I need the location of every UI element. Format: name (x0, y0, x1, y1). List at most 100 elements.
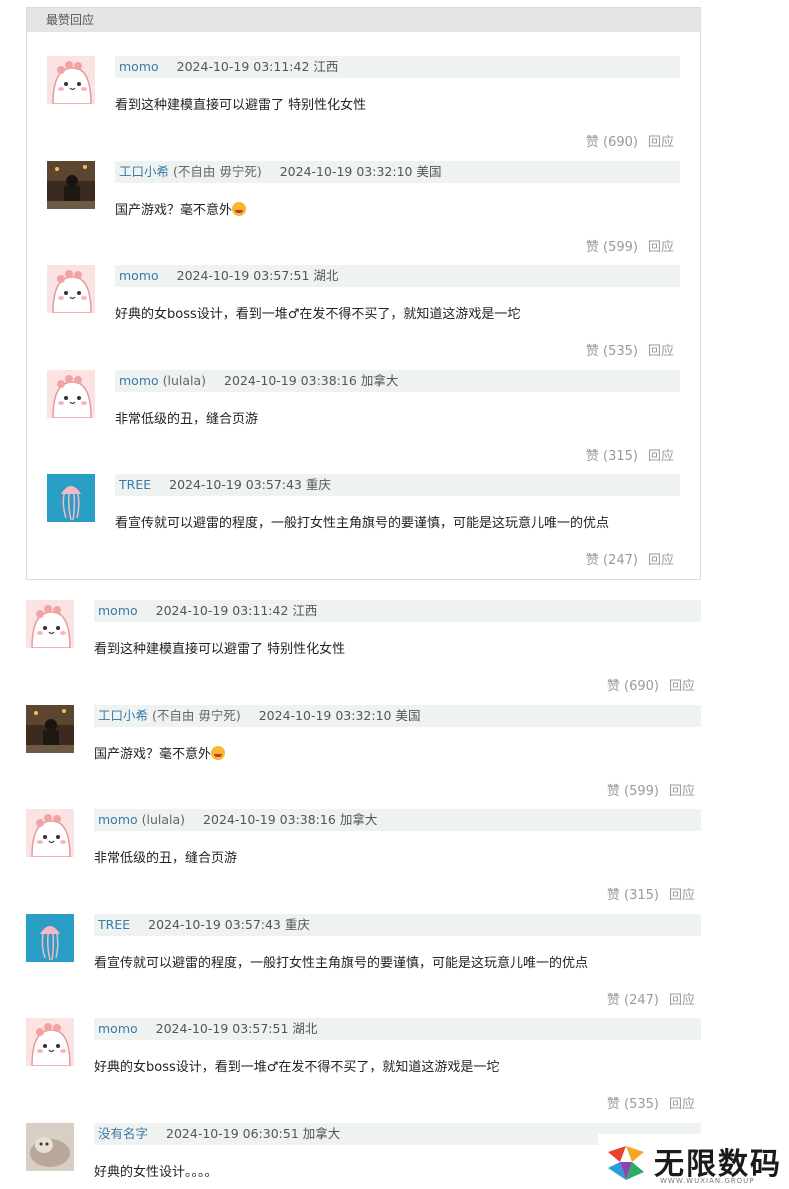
comment-text-content: 国产游戏？毫不意外 (115, 202, 233, 218)
comment-text: 看宣传就可以避雷的程度，一般打女性主角旗号的要谨慎，可能是这玩意儿唯一的优点 (115, 512, 609, 531)
username-link[interactable]: momo (119, 59, 159, 74)
avatar[interactable] (47, 56, 95, 104)
comment-text: 好典的女boss设计，看到一堆♂在发不得不买了，就知道这游戏是一坨 (115, 303, 520, 322)
comment-text: 非常低级的丑，缝合页游 (94, 847, 237, 866)
reply-button[interactable]: 回应 (669, 780, 695, 799)
comment-text-content: 非常低级的丑，缝合页游 (115, 411, 259, 427)
username-link[interactable]: momo (119, 268, 159, 283)
comment-text-content: 国产游戏？毫不意外 (94, 746, 212, 762)
like-button[interactable]: 赞 (690) (607, 675, 659, 694)
comment-text: 国产游戏？毫不意外 (94, 743, 226, 762)
comment-actions: 赞 (599) 回应 (607, 780, 695, 799)
comment-text: 好典的女boss设计，看到一堆♂在发不得不买了，就知道这游戏是一坨 (94, 1056, 499, 1075)
like-button[interactable]: 赞 (599) (607, 780, 659, 799)
comment-meta: momo 2024-10-19 03:11:42 江西 (115, 56, 680, 78)
comment-text-content: 看到这种建模直接可以避雷了 特别性化女性 (115, 98, 367, 113)
avatar[interactable] (26, 600, 74, 648)
comment-actions: 赞 (315) 回应 (586, 445, 674, 464)
reply-button[interactable]: 回应 (648, 445, 674, 464)
comment-actions: 赞 (315) 回应 (607, 884, 695, 903)
like-button[interactable]: 赞 (599) (586, 236, 638, 255)
comment-text-content: 好典的女boss设计，看到一堆♂在发不得不买了，就知道这游戏是一坨 (115, 307, 521, 322)
comment-text: 非常低级的丑，缝合页游 (115, 408, 258, 427)
comment-location: 重庆 (305, 477, 331, 492)
reply-button[interactable]: 回应 (648, 340, 674, 359)
like-button[interactable]: 赞 (315) (607, 884, 659, 903)
comment-meta: TREE 2024-10-19 03:57:43 重庆 (115, 474, 680, 496)
comment-actions: 赞 (690) 回应 (586, 131, 674, 150)
avatar[interactable] (47, 160, 95, 209)
username-link[interactable]: TREE (98, 917, 130, 932)
comment-item: momo (lulala) 2024-10-19 03:38:16 加拿大 非常低级的… (47, 369, 680, 475)
reply-button[interactable]: 回应 (669, 989, 695, 1008)
username-link[interactable]: 工口小希 (98, 708, 148, 723)
comment-meta: TREE 2024-10-19 03:57:43 重庆 (94, 913, 701, 936)
comment-meta: 工口小希 (不自由 毋宁死) 2024-10-19 03:32:10 美国 (94, 704, 701, 727)
comment-text-content: 好典的女boss设计，看到一堆♂在发不得不买了，就知道这游戏是一坨 (94, 1060, 500, 1075)
comment-location: 江西 (292, 603, 318, 618)
comment-text-content: 看到这种建模直接可以避雷了 特别性化女性 (94, 642, 346, 657)
comment-time: 2024-10-19 03:57:51 (155, 1021, 289, 1036)
like-button[interactable]: 赞 (535) (607, 1093, 659, 1112)
like-button[interactable]: 赞 (690) (586, 131, 638, 150)
avatar[interactable] (26, 704, 74, 753)
comment-item: momo 2024-10-19 03:57:51 湖北 好典的女boss设计，看到一堆… (26, 1018, 701, 1123)
comment-meta: momo 2024-10-19 03:11:42 江西 (94, 600, 701, 622)
reply-button[interactable]: 回应 (648, 549, 674, 568)
like-button[interactable]: 赞 (315) (586, 445, 638, 464)
comment-location: 湖北 (313, 268, 339, 283)
comment-actions: 赞 (535) 回应 (607, 1093, 695, 1112)
comment-time: 2024-10-19 06:30:51 (166, 1125, 299, 1141)
avatar[interactable] (47, 369, 95, 418)
comment-location: 美国 (416, 163, 442, 179)
reply-button[interactable]: 回应 (648, 236, 674, 255)
comment-text: 好典的女性设计。。。。 (94, 1161, 218, 1180)
hot-comments-list: momo 2024-10-19 03:11:42 江西看到这种建模直接可以避雷了 特… (27, 32, 700, 579)
comment-item: 工口小希 (不自由 毋宁死) 2024-10-19 03:32:10 美国国产游戏？… (26, 704, 701, 810)
like-button[interactable]: 赞 (535) (586, 340, 638, 359)
hot-comments-title: 最赞回应 (27, 8, 700, 32)
comment-actions: 赞 (247) 回应 (607, 989, 695, 1008)
like-button[interactable]: 赞 (247) (607, 989, 659, 1008)
username-link[interactable]: 工口小希 (119, 164, 169, 179)
avatar[interactable] (47, 265, 95, 313)
watermark-subtitle: WWW.WUXIAN.GROUP (660, 1177, 755, 1185)
grin-emoji-icon (232, 201, 247, 216)
username-link[interactable]: momo (119, 373, 159, 388)
username-link[interactable]: TREE (119, 477, 151, 492)
comment-text-content: 看宣传就可以避雷的程度，一般打女性主角旗号的要谨慎，可能是这玩意儿唯一的优点 (115, 516, 610, 531)
avatar[interactable] (26, 1018, 74, 1066)
avatar[interactable] (26, 809, 74, 857)
comment-meta: momo 2024-10-19 03:57:51 湖北 (115, 265, 680, 287)
username-link[interactable]: momo (98, 812, 138, 827)
grin-emoji-icon (211, 745, 226, 760)
like-button[interactable]: 赞 (247) (586, 549, 638, 568)
comment-text-content: 非常低级的丑，缝合页游 (94, 851, 238, 866)
comment-time: 2024-10-19 03:11:42 (155, 603, 289, 618)
comment-item: momo 2024-10-19 03:11:42 江西看到这种建模直接可以避雷了 特… (47, 56, 680, 161)
comment-actions: 赞 (535) 回应 (586, 340, 674, 359)
comment-time: 2024-10-19 03:38:16 (224, 372, 357, 388)
user-status: (不自由 毋宁死) (148, 707, 241, 723)
reply-button[interactable]: 回应 (669, 675, 695, 694)
reply-button[interactable]: 回应 (669, 884, 695, 903)
reply-button[interactable]: 回应 (669, 1093, 695, 1112)
hot-comments-box: 最赞回应 momo 2024-10-19 03:11:42 江西看到这种建模直接可以… (26, 7, 701, 580)
reply-button[interactable]: 回应 (648, 131, 674, 150)
username-link[interactable]: 没有名字 (98, 1126, 148, 1141)
comment-text: 国产游戏？毫不意外 (115, 199, 247, 218)
username-link[interactable]: momo (98, 1021, 138, 1036)
comment-text: 看到这种建模直接可以避雷了 特别性化女性 (115, 94, 366, 113)
comment-time: 2024-10-19 03:57:43 (148, 916, 281, 932)
comment-actions: 赞 (690) 回应 (607, 675, 695, 694)
comment-meta: momo 2024-10-19 03:57:51 湖北 (94, 1018, 701, 1040)
avatar[interactable] (47, 474, 95, 522)
comment-location: 重庆 (284, 916, 310, 932)
watermark: 无限数码 WWW.WUXIAN.GROUP (598, 1134, 789, 1189)
comment-text-content: 看宣传就可以避雷的程度，一般打女性主角旗号的要谨慎，可能是这玩意儿唯一的优点 (94, 955, 589, 971)
avatar[interactable] (26, 913, 74, 962)
user-status: (lulala) (137, 812, 186, 827)
avatar[interactable] (26, 1122, 74, 1171)
username-link[interactable]: momo (98, 603, 138, 618)
comment-time: 2024-10-19 03:32:10 (279, 163, 413, 179)
